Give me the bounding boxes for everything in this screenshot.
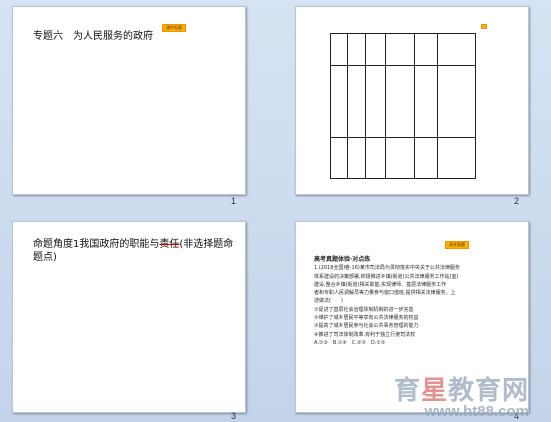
table-cell xyxy=(347,64,366,139)
table-cell xyxy=(437,64,476,139)
slide-thumbnail-3[interactable]: 命题角度1我国政府的职能与责任(非选择题命题点) xyxy=(12,221,246,413)
table-cell xyxy=(329,64,349,139)
table-cell xyxy=(385,64,416,139)
table-cell xyxy=(437,137,476,179)
slide-number-4: 4 xyxy=(514,411,520,421)
table-cell xyxy=(385,33,416,66)
slide-4-body: 高考真题体验·对点练 1.(2018全国Ⅰ卷·16)某市司法局为贯彻落实中央关于… xyxy=(314,256,514,347)
slide-4-line: 1.(2018全国Ⅰ卷·16)某市司法局为贯彻落实中央关于公共法律服务 xyxy=(314,265,460,272)
slide-4-line: ②维护了城乡居民平等享有公共法律服务的权益 xyxy=(314,315,419,322)
slide-4-tag: 高考真题 xyxy=(446,242,468,248)
slide-sorter-pane: 专题六 为人民服务的政府 课件标题 1 2 命题角度1我国政府的职能与责任(非选… xyxy=(0,0,551,422)
slide-3-title-struck: 责任 xyxy=(159,239,180,250)
slide-2-marker xyxy=(482,25,486,28)
slide-3-title: 命题角度1我国政府的职能与责任(非选择题命题点) xyxy=(33,238,238,264)
slide-4-heading: 高考真题体验·对点练 xyxy=(314,256,371,263)
slide-thumbnail-2[interactable] xyxy=(295,6,529,195)
slide-number-2: 2 xyxy=(514,196,520,206)
table-cell xyxy=(414,33,439,66)
table-cell xyxy=(414,64,439,139)
slide-4-line: ③提高了城乡居民参与社会公共事务管理的能力 xyxy=(314,323,419,330)
slide-number-3: 3 xyxy=(231,411,237,421)
slide-number-1: 1 xyxy=(231,196,237,206)
table-cell xyxy=(364,33,387,66)
slide-thumbnail-1[interactable]: 专题六 为人民服务的政府 课件标题 xyxy=(12,6,246,195)
slide-4-line: A.①③ B.①④ C.②③ D.①② xyxy=(314,339,386,346)
table-cell xyxy=(437,33,476,66)
slide-4-line: 体系建设的决策部署,积极推进乡镇(街道)公共法律服务工作站(室) xyxy=(314,273,459,280)
slide-4-line: 述做法( ) xyxy=(314,298,343,305)
slide-thumbnail-4[interactable]: 高考真题 高考真题体验·对点练 1.(2018全国Ⅰ卷·16)某市司法局为贯彻落… xyxy=(295,221,529,413)
table-cell xyxy=(347,137,366,179)
slide-3-title-part1: 命题角度1我国政府的职能与 xyxy=(33,239,160,250)
table-cell xyxy=(385,137,416,179)
table-cell xyxy=(329,33,349,66)
slide-4-line: ①促进了基层社会治理体制机制的进一步完善 xyxy=(314,306,414,313)
table-cell xyxy=(347,33,366,66)
slide-4-line: 建设,整合乡镇(街道)相关职能,实现律师、基层法律服务工作 xyxy=(314,281,447,288)
slide-1-title: 专题六 为人民服务的政府 xyxy=(33,31,153,42)
table-cell xyxy=(364,64,387,139)
slide-1-tag: 课件标题 xyxy=(163,25,185,31)
table-cell xyxy=(329,137,349,179)
table-cell xyxy=(364,137,387,179)
table-cell xyxy=(414,137,439,179)
slide-2-table xyxy=(329,33,476,179)
slide-4-line: ④推进了司法体制改革,有利于独立行使司法权 xyxy=(314,331,416,338)
slide-4-line: 者和专职人民调解员等力量参与窗口值班,提供相关法律服务。上 xyxy=(314,290,456,297)
